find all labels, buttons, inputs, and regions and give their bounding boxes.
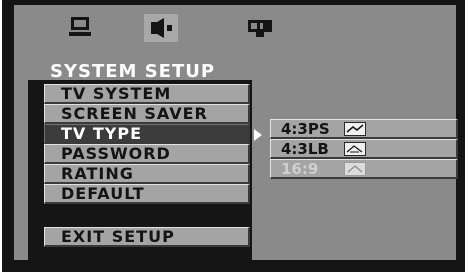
- osd-frame: SYSTEM SETUP TV SYSTEM SCREEN SAVER TV T…: [2, 0, 465, 272]
- menu-item-password[interactable]: PASSWORD: [44, 144, 250, 164]
- setup-panel: SYSTEM SETUP TV SYSTEM SCREEN SAVER TV T…: [14, 5, 458, 262]
- option-4-3-ps[interactable]: 4:3PS: [270, 119, 458, 139]
- option-label: 4:3PS: [281, 120, 330, 138]
- option-label: 4:3LB: [281, 140, 329, 158]
- menu-item-tv-type[interactable]: TV TYPE: [44, 124, 250, 144]
- letterbox-icon: [344, 142, 366, 156]
- exit-setup-button[interactable]: EXIT SETUP: [44, 227, 250, 247]
- settings-icon[interactable]: [244, 15, 278, 45]
- option-4-3-lb[interactable]: 4:3LB: [270, 139, 458, 159]
- option-label: 16:9: [281, 160, 319, 178]
- menu-item-tv-system[interactable]: TV SYSTEM: [44, 84, 250, 104]
- page-title: SYSTEM SETUP: [50, 61, 216, 82]
- menu-item-default[interactable]: DEFAULT: [44, 184, 250, 204]
- selection-arrow-icon: [254, 129, 262, 141]
- widescreen-icon: [344, 162, 366, 176]
- top-icon-bar: [14, 5, 456, 60]
- menu-item-screen-saver[interactable]: SCREEN SAVER: [44, 104, 250, 124]
- menu-item-rating[interactable]: RATING: [44, 164, 250, 184]
- speaker-icon[interactable]: [144, 14, 178, 46]
- monitor-icon[interactable]: [66, 15, 96, 45]
- option-16-9[interactable]: 16:9: [270, 159, 458, 179]
- pan-scan-icon: [344, 122, 366, 136]
